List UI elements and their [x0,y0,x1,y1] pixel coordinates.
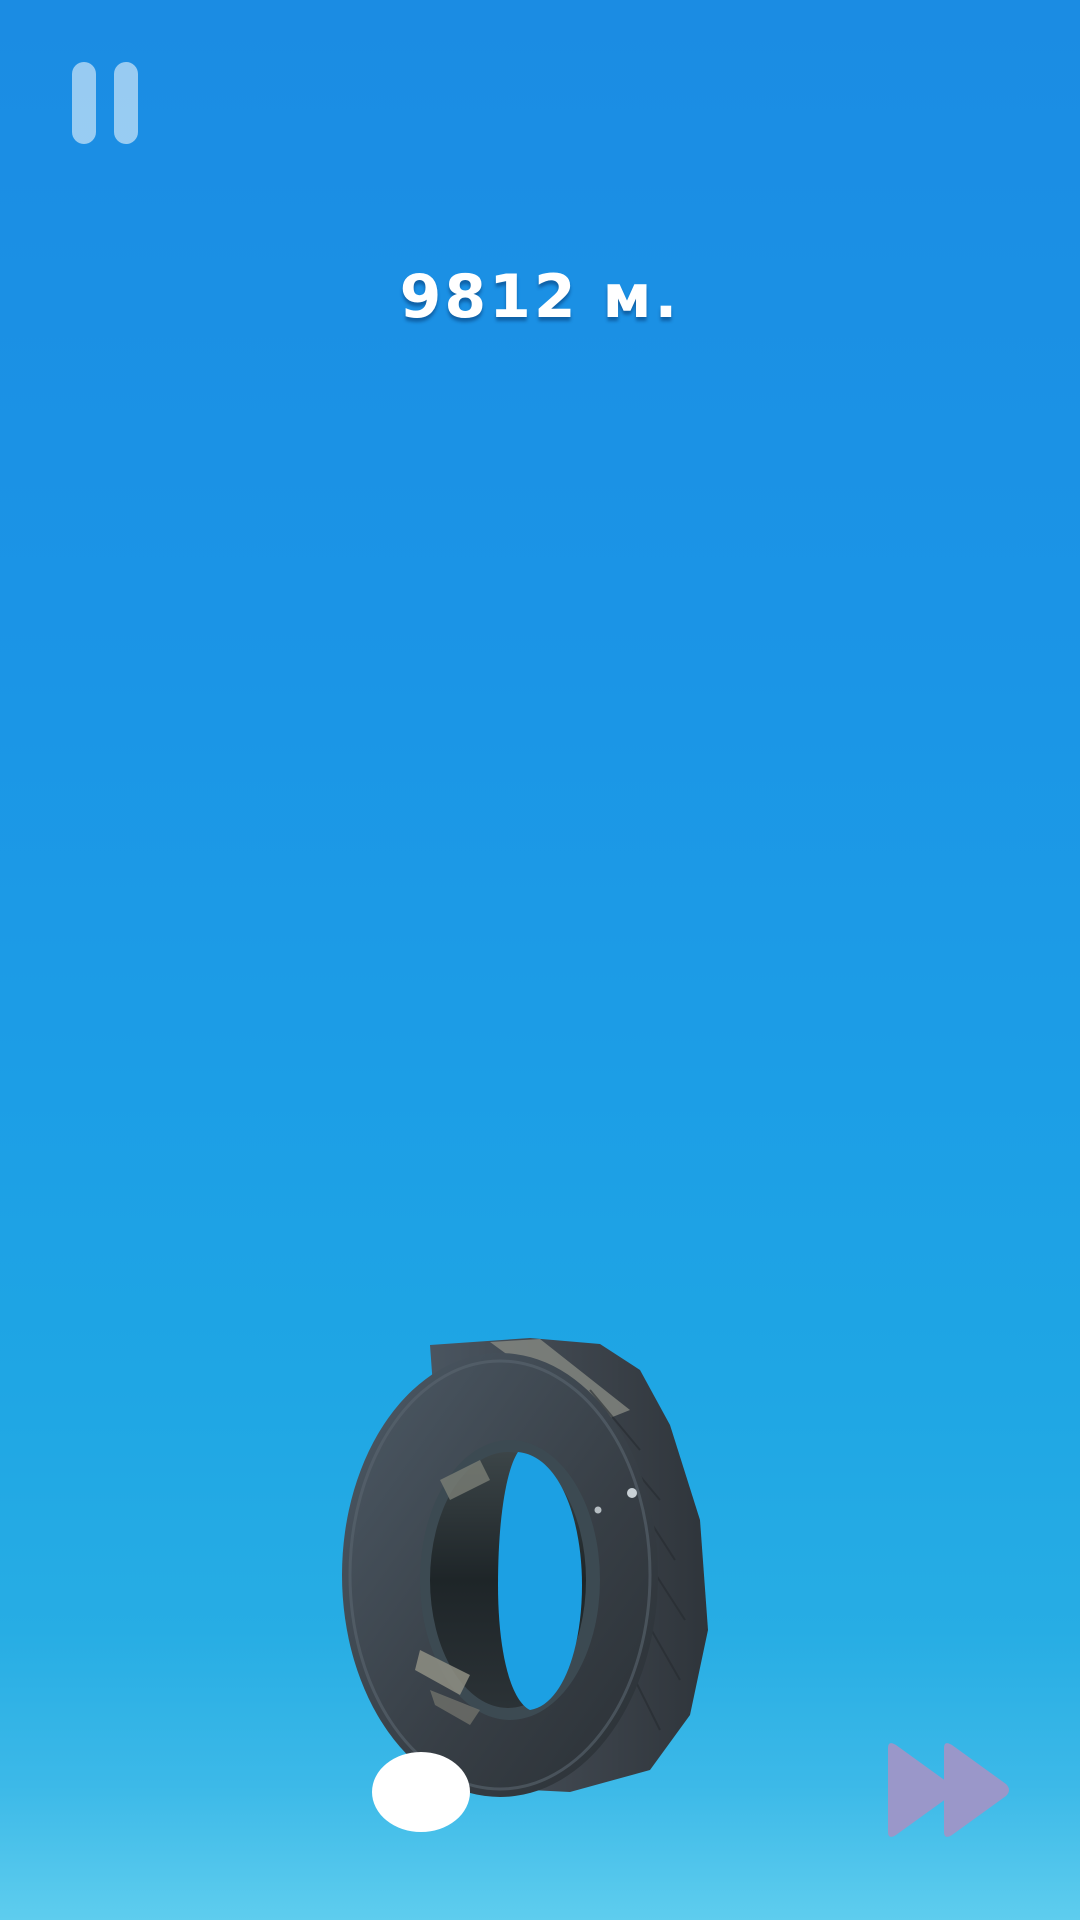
distance-unit: м. [602,262,681,332]
fast-forward-icon [888,1743,1009,1837]
fast-forward-button[interactable] [884,1738,1016,1842]
pause-icon [72,62,96,144]
tire-icon [342,1338,708,1797]
game-scene[interactable]: 9812 м. [0,0,1080,1920]
ground-marker [372,1752,470,1832]
pause-button[interactable] [68,62,140,144]
distance-value: 9812 [399,262,579,332]
pause-icon-bar [114,62,138,144]
distance-counter: 9812 м. [0,262,1080,332]
